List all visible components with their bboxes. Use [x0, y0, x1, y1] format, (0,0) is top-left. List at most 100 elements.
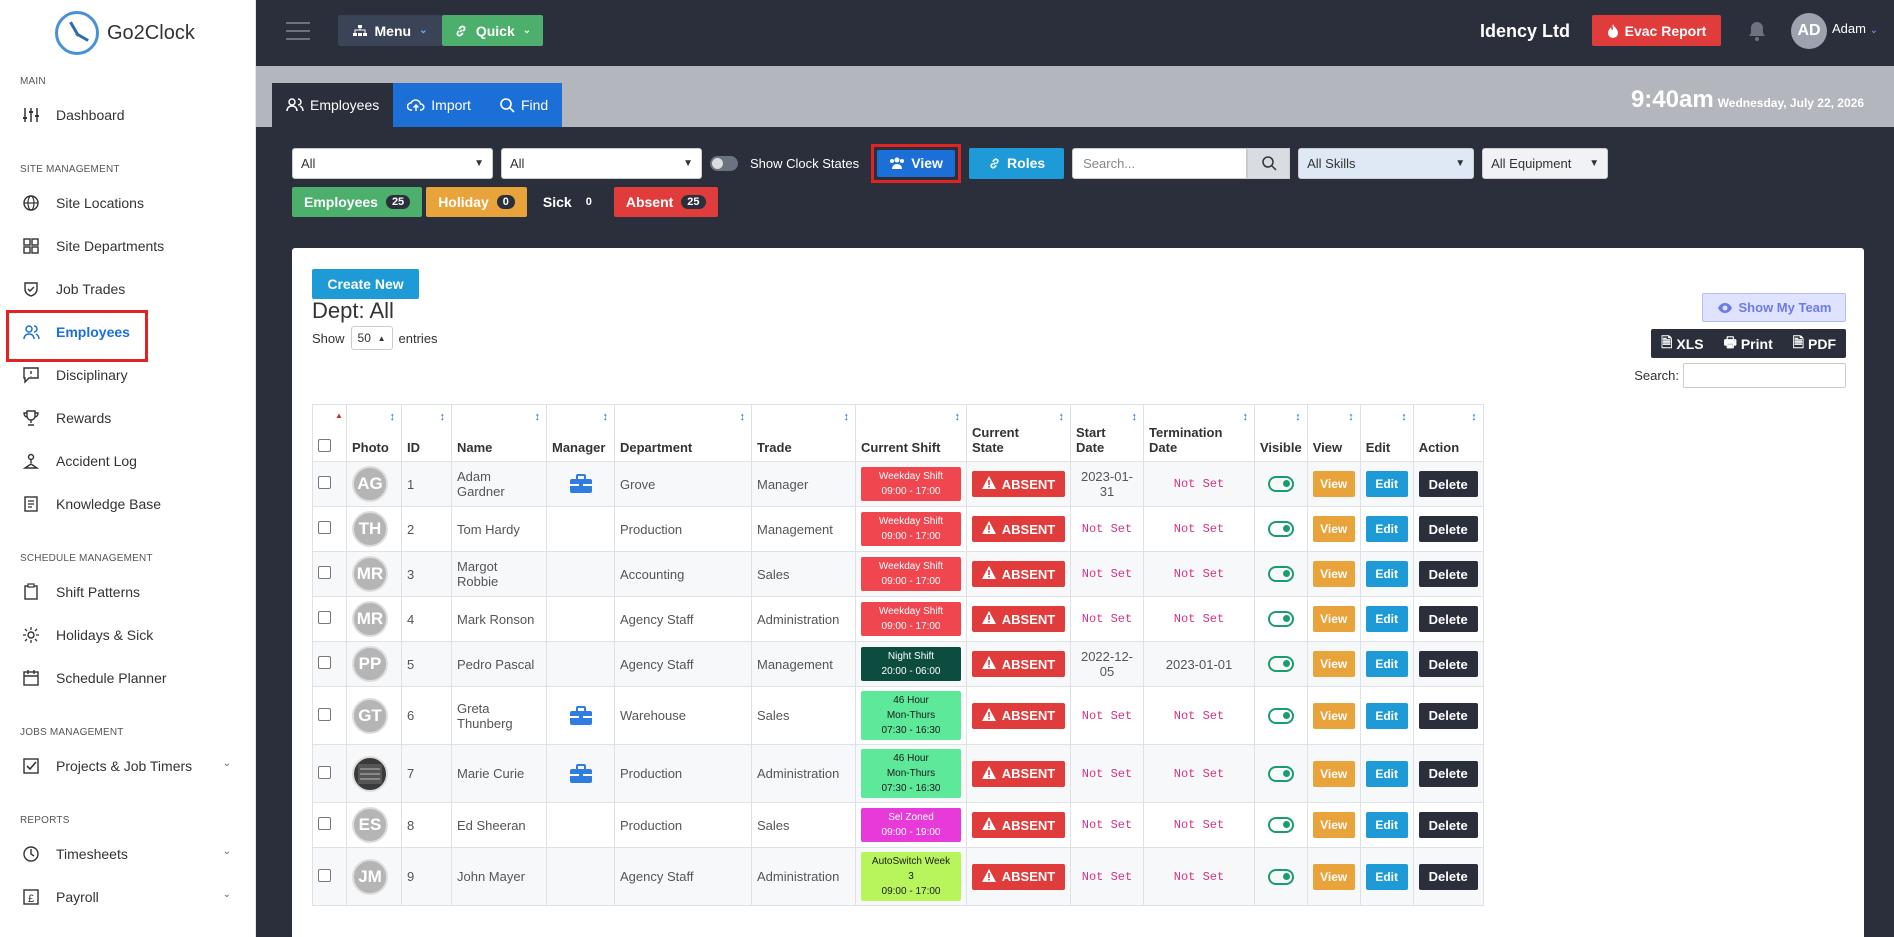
tab-import[interactable]: Import: [393, 83, 485, 127]
view-row-button[interactable]: View: [1312, 471, 1355, 497]
entries-select[interactable]: 50 ▲: [350, 326, 393, 350]
sidebar-item-disciplinary[interactable]: Disciplinary: [0, 353, 255, 396]
menu-button[interactable]: Menu ⌄: [338, 15, 442, 46]
column-header[interactable]: ↕ Name: [451, 404, 547, 462]
delete-row-button[interactable]: Delete: [1418, 516, 1478, 542]
delete-row-button[interactable]: Delete: [1418, 561, 1478, 587]
row-checkbox[interactable]: [318, 611, 331, 624]
department-select[interactable]: All ▼: [501, 147, 702, 179]
sidebar-item-accident-log[interactable]: Accident Log: [0, 439, 255, 482]
column-header[interactable]: ↕ Termination Date: [1143, 404, 1255, 462]
user-avatar[interactable]: AD: [1791, 13, 1827, 49]
select-all-checkbox[interactable]: [318, 439, 331, 452]
sidebar-item-timesheets[interactable]: Timesheets ⌄: [0, 832, 255, 875]
search-button[interactable]: [1247, 147, 1291, 179]
view-row-button[interactable]: View: [1312, 561, 1355, 587]
column-header[interactable]: ↕ Manager: [546, 404, 615, 462]
holiday-badge[interactable]: Holiday 0: [426, 187, 527, 217]
delete-row-button[interactable]: Delete: [1418, 760, 1478, 787]
column-header[interactable]: ↕ Action: [1412, 404, 1484, 462]
delete-row-button[interactable]: Delete: [1418, 863, 1478, 890]
row-checkbox[interactable]: [318, 765, 331, 779]
visible-toggle-icon[interactable]: [1267, 656, 1294, 672]
search-input[interactable]: Search...: [1072, 147, 1248, 179]
view-row-button[interactable]: View: [1312, 702, 1355, 729]
visible-toggle-icon[interactable]: [1267, 566, 1294, 582]
view-row-button[interactable]: View: [1312, 863, 1355, 890]
tab-find[interactable]: Find: [484, 83, 563, 127]
visible-toggle-icon[interactable]: [1267, 817, 1294, 833]
sidebar-item-site-departments[interactable]: Site Departments: [0, 224, 255, 267]
sidebar-item-payroll[interactable]: £ Payroll ⌄: [0, 875, 255, 918]
evac-report-button[interactable]: Evac Report: [1592, 15, 1721, 46]
print-button[interactable]: 🖶 Print: [1714, 329, 1783, 358]
view-row-button[interactable]: View: [1312, 516, 1355, 542]
column-header[interactable]: ↕ Photo: [346, 404, 402, 462]
skills-select[interactable]: All Skills ▼: [1298, 147, 1475, 179]
visible-toggle-icon[interactable]: [1267, 521, 1294, 537]
pdf-button[interactable]: 🗎 PDF: [1783, 329, 1846, 358]
edit-row-button[interactable]: Edit: [1365, 812, 1408, 838]
row-checkbox[interactable]: [318, 817, 331, 830]
column-header[interactable]: ↕ Trade: [751, 404, 856, 462]
bell-icon[interactable]: [1746, 20, 1768, 42]
employees-badge[interactable]: Employees 25: [292, 187, 423, 217]
row-checkbox[interactable]: [318, 707, 331, 721]
column-header[interactable]: ↕ Edit: [1359, 404, 1414, 462]
sidebar-item-job-trades[interactable]: Job Trades: [0, 267, 255, 310]
sick-badge[interactable]: Sick 0: [530, 187, 610, 217]
delete-row-button[interactable]: Delete: [1418, 812, 1478, 838]
quick-button[interactable]: Quick ⌄: [442, 15, 543, 46]
sidebar-item-rewards[interactable]: Rewards: [0, 396, 255, 439]
delete-row-button[interactable]: Delete: [1418, 651, 1478, 677]
sidebar-item-employees[interactable]: Employees: [0, 310, 255, 362]
location-select[interactable]: All ▼: [292, 147, 493, 179]
edit-row-button[interactable]: Edit: [1365, 606, 1408, 632]
delete-row-button[interactable]: Delete: [1418, 471, 1478, 497]
view-row-button[interactable]: View: [1312, 651, 1355, 677]
visible-toggle-icon[interactable]: [1267, 868, 1294, 885]
create-new-button[interactable]: Create New: [312, 269, 419, 299]
column-header[interactable]: ↕ ID: [401, 404, 452, 462]
row-checkbox[interactable]: [318, 476, 331, 489]
column-header[interactable]: ↕ Current State: [966, 404, 1071, 462]
view-row-button[interactable]: View: [1312, 760, 1355, 787]
view-button[interactable]: View: [877, 149, 956, 177]
view-row-button[interactable]: View: [1312, 606, 1355, 632]
row-checkbox[interactable]: [318, 656, 331, 669]
equipment-select[interactable]: All Equipment ▼: [1482, 147, 1609, 179]
sidebar-item-dashboard[interactable]: Dashboard: [0, 93, 255, 136]
column-header[interactable]: ↕ View: [1306, 404, 1361, 462]
roles-button[interactable]: Roles: [969, 147, 1065, 179]
column-header[interactable]: ↕ Current Shift: [855, 404, 967, 462]
delete-row-button[interactable]: Delete: [1418, 702, 1478, 729]
edit-row-button[interactable]: Edit: [1365, 651, 1408, 677]
sidebar-item-shift-patterns[interactable]: Shift Patterns: [0, 570, 255, 613]
brand[interactable]: Go2Clock: [0, 0, 255, 66]
delete-row-button[interactable]: Delete: [1418, 606, 1478, 632]
column-header[interactable]: ↕ Visible: [1254, 404, 1308, 462]
view-row-button[interactable]: View: [1312, 812, 1355, 838]
hamburger-icon[interactable]: [286, 22, 310, 42]
sidebar-item-projects-job-timers[interactable]: Projects & Job Timers ⌄: [0, 744, 255, 787]
column-header[interactable]: ↕ Start Date: [1070, 404, 1144, 462]
visible-toggle-icon[interactable]: [1267, 707, 1294, 724]
visible-toggle-icon[interactable]: [1267, 765, 1294, 782]
visible-toggle-icon[interactable]: [1267, 476, 1294, 492]
absent-badge[interactable]: Absent 25: [613, 187, 718, 217]
sidebar-item-knowledge-base[interactable]: Knowledge Base: [0, 482, 255, 525]
row-checkbox[interactable]: [318, 521, 331, 534]
edit-row-button[interactable]: Edit: [1365, 471, 1408, 497]
row-checkbox[interactable]: [318, 566, 331, 579]
column-header[interactable]: ↕ Department: [614, 404, 752, 462]
visible-toggle-icon[interactable]: [1267, 611, 1294, 627]
show-my-team-button[interactable]: Show My Team: [1702, 293, 1846, 322]
edit-row-button[interactable]: Edit: [1365, 863, 1408, 890]
user-menu[interactable]: Adam ⌄: [1832, 21, 1878, 36]
sidebar-item-site-locations[interactable]: Site Locations: [0, 181, 255, 224]
sidebar-item-schedule-planner[interactable]: Schedule Planner: [0, 656, 255, 699]
edit-row-button[interactable]: Edit: [1365, 561, 1408, 587]
sidebar-item-holidays-sick[interactable]: Holidays & Sick: [0, 613, 255, 656]
edit-row-button[interactable]: Edit: [1365, 760, 1408, 787]
row-checkbox[interactable]: [318, 868, 331, 882]
